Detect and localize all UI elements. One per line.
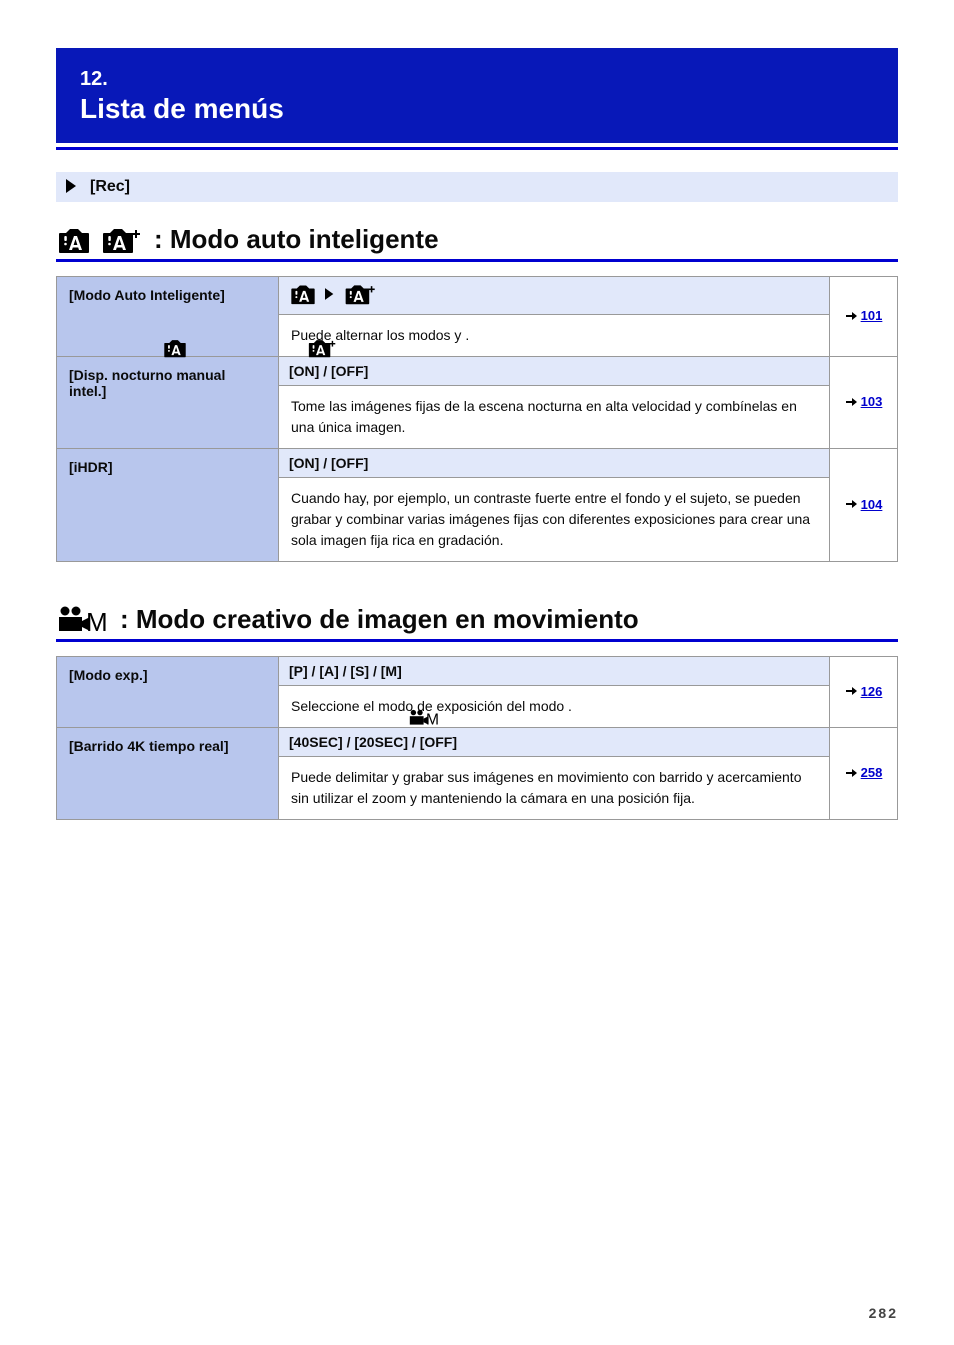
page-link-cell: 103 [830,357,898,449]
menu-table-movie: [Modo exp.] [P] / [A] / [S] / [M] 126 Se… [56,656,898,820]
description-cell: Seleccione el modo de exposición del mod… [279,686,830,728]
chapter-title: Lista de menús [80,93,874,125]
page-link[interactable]: 126 [861,684,883,699]
svg-text:M: M [86,607,106,635]
ia-mode-icon [56,226,92,254]
description-cell: Cuando hay, por ejemplo, un contraste fu… [279,478,830,562]
page-link[interactable]: 103 [861,394,883,409]
description-text: Cuando hay, por ejemplo, un contraste fu… [291,490,810,548]
setting-cell: [Barrido 4K tiempo real] [57,728,279,820]
subhead-bar: [Rec] [56,172,898,202]
option-header-cell: [P] / [A] / [S] / [M] [279,657,830,686]
option-header-cell: [ON] / [OFF] [279,449,830,478]
arrow-right-icon [845,685,857,697]
movie-m-mode-icon: M [56,605,106,635]
mode-title-ia: : Modo auto inteligente [154,224,439,255]
mode-icons: M [56,605,106,635]
setting-label: [Modo exp.] [69,667,148,683]
mode-header-ia: : Modo auto inteligente [56,224,898,255]
page-link-cell: 101 [830,277,898,357]
page-number-value: 282 [869,1305,898,1321]
mode-underline-ia [56,259,898,262]
play-arrow-icon [66,179,82,195]
option-header-cell [279,277,830,315]
page: 12. Lista de menús [Rec] [0,0,954,1345]
option-header-cell: [40SEC] / [20SEC] / [OFF] [279,728,830,757]
option-header-text: [P] / [A] / [S] / [M] [289,663,402,679]
setting-label: [Barrido 4K tiempo real] [69,738,228,754]
page-link-cell: 126 [830,657,898,728]
table-row: [Modo exp.] [P] / [A] / [S] / [M] 126 [57,657,898,686]
subhead-text: [Rec] [90,178,130,196]
option-header-cell: [ON] / [OFF] [279,357,830,386]
table-row: [Barrido 4K tiempo real] [40SEC] / [20SE… [57,728,898,757]
option-header-icons [289,283,375,305]
arrow-right-icon [845,310,857,322]
chapter-banner: 12. Lista de menús [56,48,898,143]
mode-header-movie: M : Modo creativo de imagen en movimient… [56,604,898,635]
arrow-right-icon [845,767,857,779]
menu-table-ia: [Modo Auto Inteligente] [56,276,898,562]
chapter-number: 12. [80,68,874,91]
option-header-text: [ON] / [OFF] [289,363,368,379]
ia-plus-mode-icon [100,226,140,254]
setting-cell: [Modo exp.] [57,657,279,728]
description-cell: Puede delimitar y grabar sus imágenes en… [279,757,830,820]
page-link-cell: 258 [830,728,898,820]
movie-m-mode-icon: M [408,709,438,727]
description-cell: Tome las imágenes fijas de la escena noc… [279,386,830,449]
ia-mode-icon [162,338,188,358]
play-arrow-icon [325,288,335,300]
setting-label: [Modo Auto Inteligente] [69,287,225,303]
banner-underline [56,147,898,150]
description-text: Puede delimitar y grabar sus imágenes en… [291,769,801,806]
page-link[interactable]: 101 [861,308,883,323]
page-link-cell: 104 [830,449,898,562]
setting-label: [Disp. nocturno manual intel.] [69,367,225,399]
description-text: Tome las imágenes fijas de la escena noc… [291,398,797,435]
mode-title-movie: : Modo creativo de imagen en movimiento [120,604,639,635]
table-row: [Modo Auto Inteligente] [57,277,898,315]
ia-plus-mode-icon [306,338,336,358]
option-header-text: [ON] / [OFF] [289,455,368,471]
arrow-right-icon [845,396,857,408]
mode-underline-movie [56,639,898,642]
page-link[interactable]: 104 [861,497,883,512]
setting-label: [iHDR] [69,459,113,475]
arrow-right-icon [845,498,857,510]
description-cell: Puede alternar los modos y . [279,315,830,357]
table-row: [iHDR] [ON] / [OFF] 104 [57,449,898,478]
ia-plus-mode-icon [343,283,375,305]
option-header-text: [40SEC] / [20SEC] / [OFF] [289,734,457,750]
setting-cell: [Disp. nocturno manual intel.] [57,357,279,449]
setting-cell: [iHDR] [57,449,279,562]
svg-text:M: M [426,712,438,727]
page-link[interactable]: 258 [861,765,883,780]
mode-icons [56,226,140,254]
page-number: 282 [869,1305,898,1321]
ia-mode-icon [289,283,317,305]
